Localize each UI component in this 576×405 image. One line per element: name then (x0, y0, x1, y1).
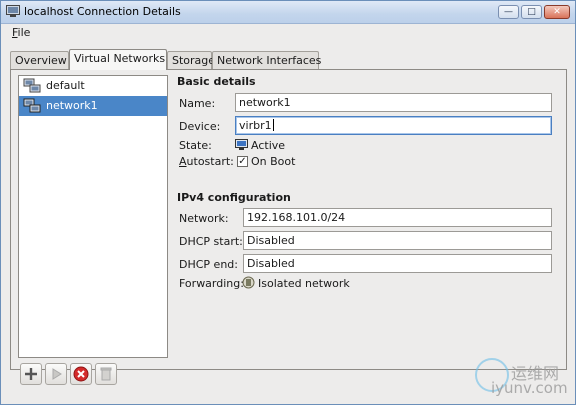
delete-icon (100, 367, 112, 381)
watermark-site: iyunv.com (491, 379, 568, 397)
dhcp-end-field[interactable]: Disabled (243, 254, 552, 273)
name-label: Name: (179, 97, 216, 110)
device-label: Device: (179, 120, 221, 133)
ipv4-heading: IPv4 configuration (177, 191, 291, 204)
network-icon (23, 98, 41, 113)
tab-storage[interactable]: Storage (167, 51, 215, 69)
close-icon: ✕ (553, 7, 561, 17)
network-label: Network: (179, 212, 229, 225)
menu-file[interactable]: File (12, 26, 30, 39)
basic-details-heading: Basic details (177, 75, 256, 88)
dhcp-start-field[interactable]: Disabled (243, 231, 552, 250)
isolated-network-icon (242, 276, 255, 289)
delete-network-button[interactable] (95, 363, 117, 385)
minimize-button[interactable]: — (498, 5, 519, 19)
autostart-label: Autostart: (179, 155, 234, 168)
stop-network-button[interactable] (70, 363, 92, 385)
title-bar[interactable]: localhost Connection Details — □ ✕ (1, 1, 575, 24)
forwarding-label: Forwarding: (179, 277, 244, 290)
close-button[interactable]: ✕ (544, 5, 570, 19)
app-icon (6, 5, 20, 17)
active-state-icon (235, 139, 248, 150)
start-icon (52, 368, 62, 380)
dhcp-start-label: DHCP start: (179, 235, 243, 248)
autostart-value: On Boot (251, 155, 296, 168)
network-field[interactable]: 192.168.101.0/24 (243, 208, 552, 227)
minimize-icon: — (504, 7, 513, 17)
dhcp-end-label: DHCP end: (179, 258, 238, 271)
state-label: State: (179, 139, 212, 152)
network-icon (23, 78, 41, 93)
tab-overview[interactable]: Overview (10, 51, 69, 69)
window-title: localhost Connection Details (24, 5, 181, 18)
name-field[interactable]: network1 (235, 93, 552, 112)
add-network-button[interactable] (20, 363, 42, 385)
device-value: virbr1 (239, 119, 272, 132)
maximize-button[interactable]: □ (521, 5, 542, 19)
tab-network-interfaces[interactable]: Network Interfaces (212, 51, 321, 69)
autostart-checkbox[interactable]: ✓ (237, 156, 248, 167)
list-item-network1[interactable]: network1 (19, 96, 167, 116)
stop-icon (73, 366, 89, 382)
connection-details-window: localhost Connection Details — □ ✕ File … (0, 0, 576, 405)
menu-bar: File (1, 24, 575, 42)
list-item-default[interactable]: default (19, 76, 167, 96)
text-caret (272, 119, 274, 131)
network-label: default (46, 79, 85, 92)
maximize-icon: □ (527, 7, 536, 17)
add-icon (25, 368, 37, 380)
tab-virtual-networks[interactable]: Virtual Networks (69, 49, 167, 70)
network-label: network1 (46, 99, 98, 112)
forwarding-value: Isolated network (258, 277, 350, 290)
device-field[interactable]: virbr1 (235, 116, 552, 135)
network-list[interactable]: default network1 (18, 75, 168, 358)
start-network-button[interactable] (45, 363, 67, 385)
state-value: Active (251, 139, 286, 152)
